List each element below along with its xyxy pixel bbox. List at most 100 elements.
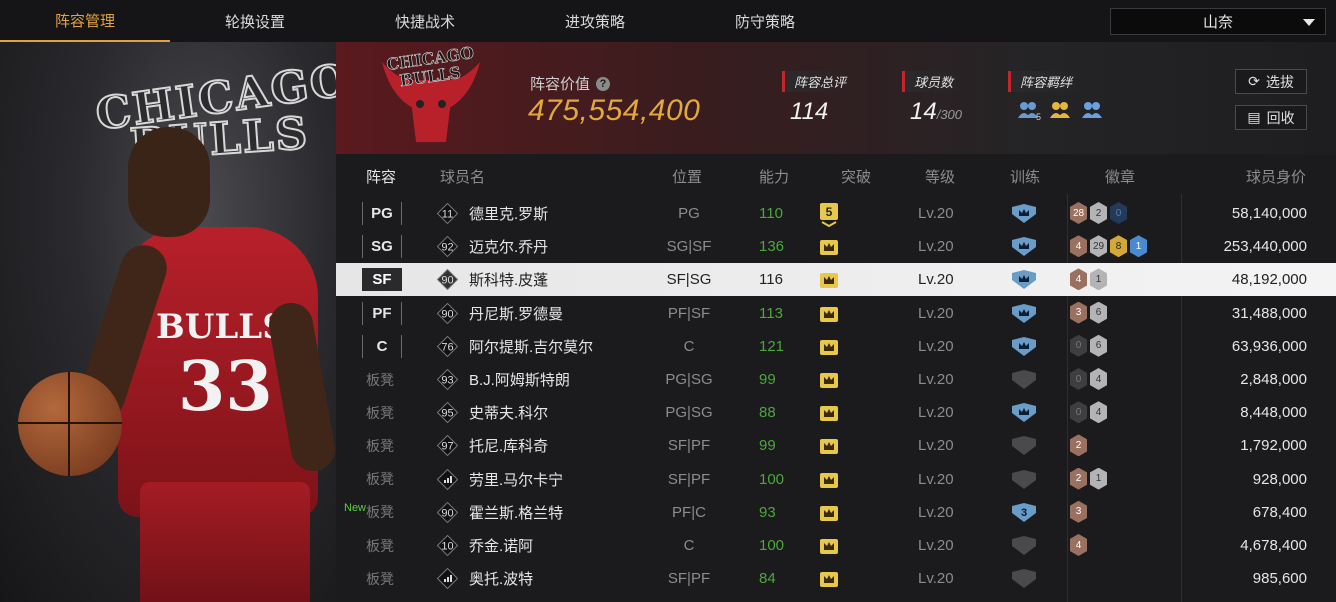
training-icon[interactable] [1011, 203, 1037, 225]
lineup-slot[interactable]: C [362, 334, 402, 358]
table-row[interactable]: 板凳 劳里.马尔卡宁 SF|PF 100 Lv.20 928,000 2 1 [336, 463, 1336, 496]
crown-icon[interactable] [816, 467, 842, 493]
player-name: 斯科特.皮蓬 [469, 272, 549, 290]
help-icon[interactable]: ? [596, 76, 611, 91]
crown-icon[interactable] [816, 566, 842, 592]
crown-icon[interactable] [816, 234, 842, 260]
overall-number: 76 [441, 341, 453, 353]
training-icon[interactable] [1011, 535, 1037, 557]
col-training[interactable]: 训练 [1010, 158, 1040, 194]
badge[interactable]: 8 [1110, 235, 1127, 258]
table-row[interactable]: PF 90 丹尼斯.罗德曼 PF|SF 113 Lv.20 31,488,000 3 6 [336, 297, 1336, 330]
table-row[interactable]: C 76 阿尔提斯.吉尔莫尔 C 121 Lv.20 63,936,000 0 6 [336, 330, 1336, 363]
table-row[interactable]: 板凳 93 B.J.阿姆斯特朗 PG|SG 99 Lv.20 2,848,000 0 4 [336, 363, 1336, 396]
badge[interactable]: 4 [1090, 401, 1107, 424]
tab-defense[interactable]: 防守策略 [680, 0, 850, 42]
table-row[interactable]: 板凳 New 90 霍兰斯.格兰特 PF|C 93 Lv.20 678,400 3 3 [336, 496, 1336, 529]
training-icon[interactable]: 3 [1011, 502, 1037, 524]
badge[interactable]: 0 [1070, 401, 1087, 424]
overall-diamond-icon: 11 [437, 203, 458, 224]
training-icon[interactable] [1011, 336, 1037, 358]
badge[interactable]: 2 [1090, 202, 1107, 224]
jersey-number: 33 [178, 347, 273, 427]
player-name: 劳里.马尔卡宁 [469, 471, 564, 489]
crown-icon[interactable] [816, 367, 842, 393]
overall-diamond-icon: 97 [437, 435, 458, 457]
crown-icon[interactable] [816, 267, 842, 293]
badge[interactable]: 4 [1090, 368, 1107, 390]
position: SF|SG [666, 271, 712, 289]
badge[interactable]: 2 [1070, 467, 1087, 490]
table-row[interactable]: 板凳 97 托尼.库科奇 SF|PF 99 Lv.20 1,792,000 2 [336, 429, 1336, 462]
col-level[interactable]: 等级 [925, 158, 955, 194]
table-row[interactable]: PG 11 德里克.罗斯 PG 110 Lv.20 58,140,000 5 28 2 0 [336, 197, 1336, 230]
tab-quick-tactics[interactable]: 快捷战术 [340, 0, 510, 42]
crown-icon[interactable] [816, 334, 842, 360]
training-icon[interactable] [1011, 435, 1037, 457]
table-row[interactable]: 板凳 95 史蒂夫.科尔 PG|SG 88 Lv.20 8,448,000 0 4 [336, 396, 1336, 429]
col-ability[interactable]: 能力 [759, 158, 789, 194]
badge-list: 2 [1070, 434, 1087, 457]
table-row[interactable]: SG 92 迈克尔.乔丹 SG|SF 136 Lv.20 253,440,000 4 29 8 1 [336, 230, 1336, 263]
table-row[interactable]: SF 90 斯科特.皮蓬 SF|SG 116 Lv.20 48,192,000 4 1 [336, 263, 1336, 297]
badge[interactable]: 4 [1070, 235, 1087, 258]
crown-icon[interactable] [816, 301, 842, 327]
tab-lineup[interactable]: 阵容管理 [0, 0, 170, 42]
bond-icon-blue[interactable] [1080, 100, 1106, 122]
breakthrough-level-icon[interactable]: 5 [816, 201, 842, 227]
col-position[interactable]: 位置 [672, 158, 702, 194]
position: PF|C [672, 503, 706, 521]
badge[interactable]: 28 [1070, 202, 1087, 224]
lineup-slot[interactable]: PF [362, 301, 402, 325]
badge-list: 04 [1070, 368, 1107, 390]
badge[interactable]: 4 [1070, 534, 1087, 556]
badge[interactable]: 2 [1070, 434, 1087, 457]
col-value[interactable]: 球员身价 [1246, 158, 1306, 194]
table-row[interactable]: 板凳 10 乔金.诺阿 C 100 Lv.20 4,678,400 4 [336, 529, 1336, 562]
badge[interactable]: 0 [1070, 368, 1087, 390]
badge[interactable]: 6 [1090, 334, 1107, 357]
col-name[interactable]: 球员名 [440, 158, 485, 194]
tab-offense[interactable]: 进攻策略 [510, 0, 680, 42]
lineup-slot[interactable]: PG [362, 202, 402, 225]
training-icon[interactable] [1011, 236, 1037, 258]
bond-icon-gold[interactable] [1048, 100, 1074, 122]
badge[interactable]: 1 [1090, 268, 1107, 291]
recycle-button[interactable]: ▤ 回收 [1235, 105, 1307, 130]
lineup-value-label: 阵容价值 ? [530, 73, 611, 94]
crown-icon[interactable] [816, 400, 842, 426]
ability: 100 [759, 537, 785, 554]
badge[interactable]: 3 [1070, 500, 1087, 523]
badge[interactable]: 1 [1090, 467, 1107, 490]
col-breakthrough[interactable]: 突破 [841, 158, 871, 194]
badge[interactable]: 3 [1070, 301, 1087, 324]
lineup-slot[interactable]: SF [362, 268, 402, 292]
badge[interactable]: 6 [1090, 301, 1107, 324]
training-icon[interactable] [1011, 469, 1037, 491]
ability: 110 [759, 205, 783, 222]
badge[interactable]: 1 [1130, 235, 1147, 258]
bond-icon-blue[interactable]: 5 [1016, 100, 1042, 122]
training-icon[interactable] [1011, 369, 1037, 391]
training-icon[interactable] [1011, 402, 1037, 424]
crown-icon[interactable] [816, 533, 842, 559]
draft-button[interactable]: ⟳ 选拔 [1235, 69, 1307, 94]
col-badges[interactable]: 徽章 [1105, 158, 1135, 194]
lineup-slot[interactable]: SG [362, 235, 402, 259]
training-icon[interactable] [1011, 303, 1037, 325]
table-row[interactable]: 板凳 奥托.波特 SF|PF 84 Lv.20 985,600 [336, 562, 1336, 595]
tab-rotation[interactable]: 轮换设置 [170, 0, 340, 42]
col-lineup[interactable]: 阵容 [366, 158, 396, 194]
training-icon[interactable] [1011, 568, 1037, 590]
badge[interactable]: 4 [1070, 268, 1087, 291]
crown-icon[interactable] [816, 433, 842, 459]
training-icon[interactable] [1011, 269, 1037, 291]
overall-diamond-icon: 10 [437, 535, 458, 556]
player-name: 阿尔提斯.吉尔莫尔 [469, 338, 594, 356]
overall-number: 97 [441, 441, 453, 453]
badge[interactable]: 0 [1070, 334, 1087, 357]
badge[interactable]: 0 [1110, 202, 1127, 224]
team-select[interactable]: 山奈 [1110, 8, 1326, 35]
badge[interactable]: 29 [1090, 235, 1107, 258]
crown-icon[interactable] [816, 500, 842, 526]
